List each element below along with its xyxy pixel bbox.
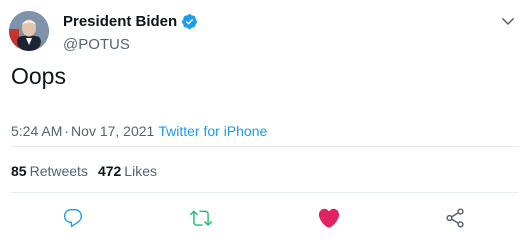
meta-separator: ·	[64, 123, 70, 139]
author-handle[interactable]: @POTUS	[63, 36, 130, 53]
chevron-down-icon[interactable]	[499, 12, 517, 30]
likes-stat[interactable]: 472 Likes	[98, 163, 157, 179]
avatar[interactable]	[9, 11, 49, 51]
like-button[interactable]	[315, 206, 343, 234]
share-button[interactable]	[441, 206, 469, 234]
tweet-time[interactable]: 5:24 AM	[11, 123, 62, 139]
tweet-date[interactable]: Nov 17, 2021	[71, 123, 154, 139]
divider	[11, 146, 518, 147]
action-bar	[0, 206, 529, 236]
retweets-count: 85	[11, 163, 27, 179]
tweet-meta: 5:24 AM · Nov 17, 2021 Twitter for iPhon…	[11, 123, 267, 139]
tweet-source-link[interactable]: Twitter for iPhone	[158, 123, 267, 139]
share-icon	[444, 207, 466, 234]
divider	[11, 192, 518, 193]
retweet-button[interactable]	[187, 206, 215, 234]
tweet-text: Oops	[11, 63, 66, 89]
verified-badge-icon	[181, 13, 198, 30]
tweet-stats: 85 Retweets 472 Likes	[11, 163, 157, 179]
reply-icon	[62, 207, 84, 234]
retweet-icon	[190, 207, 212, 234]
likes-label: Likes	[124, 163, 157, 179]
author-display-name[interactable]: President Biden	[63, 13, 177, 30]
retweets-label: Retweets	[29, 163, 88, 179]
retweets-stat[interactable]: 85 Retweets	[11, 163, 88, 179]
likes-count: 472	[97, 163, 122, 179]
reply-button[interactable]	[59, 206, 87, 234]
profile-photo	[9, 11, 49, 51]
author-name-row[interactable]: President Biden	[63, 13, 198, 30]
heart-icon	[317, 206, 341, 235]
